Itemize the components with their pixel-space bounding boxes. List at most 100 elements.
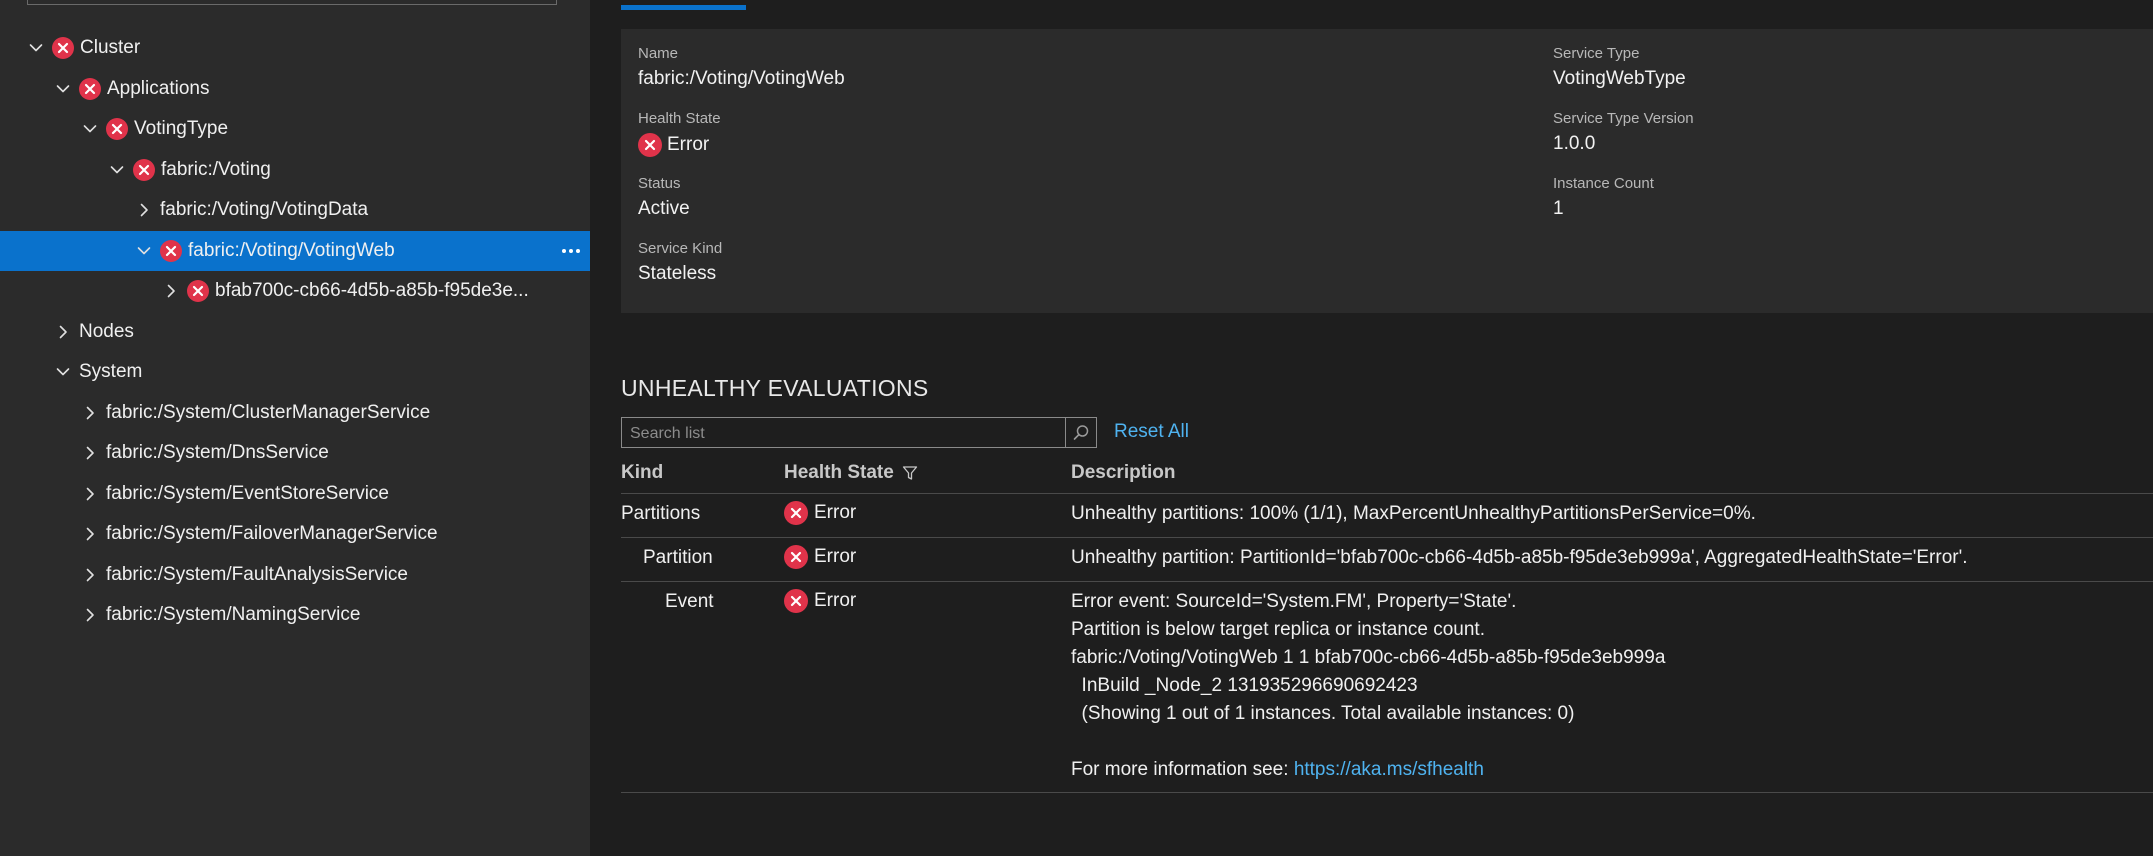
kind-column-label: Kind	[621, 462, 664, 483]
main-content: Name fabric:/Voting/VotingWeb Health Sta…	[590, 0, 2153, 856]
tree-item[interactable]: fabric:/System/ClusterManagerService	[0, 393, 590, 434]
sfhealth-link[interactable]: https://aka.ms/sfhealth	[1294, 759, 1484, 780]
cluster-tree: Cluster Applications VotingType fabric:/Vot…	[0, 28, 590, 636]
instance-count-field: Instance Count 1	[1553, 175, 1654, 220]
service-type-value: VotingWebType	[1553, 68, 1686, 89]
health-state-cell: Error	[784, 545, 856, 569]
description-line: Unhealthy partition: PartitionId='bfab70…	[1071, 547, 1968, 568]
table-row[interactable]: Partition Error Unhealthy partition: Parti…	[621, 538, 2153, 582]
tree-item[interactable]: fabric:/System/EventStoreService	[0, 474, 590, 515]
tree-item-label: fabric:/Voting/VotingData	[160, 199, 369, 221]
tree-item[interactable]: System	[0, 352, 590, 393]
chevron-down-icon[interactable]	[26, 38, 46, 58]
table-row[interactable]: Partitions Error Unhealthy partitions: 100…	[621, 494, 2153, 538]
tree-item-label: System	[79, 361, 143, 383]
tree-item[interactable]: Cluster	[0, 28, 590, 69]
tree-item-label: bfab700c-cb66-4d5b-a85b-f95de3e...	[215, 280, 529, 302]
service-type-version-label: Service Type Version	[1553, 110, 1694, 127]
description-cell: Unhealthy partition: PartitionId='bfab70…	[1071, 544, 1968, 572]
error-icon	[784, 501, 808, 525]
chevron-down-icon[interactable]	[80, 119, 100, 139]
tree-item[interactable]: fabric:/System/NamingService	[0, 595, 590, 636]
tree-item-label: VotingType	[134, 118, 229, 140]
tree-item[interactable]: Nodes	[0, 312, 590, 353]
kind-cell: Partition	[643, 547, 713, 568]
chevron-right-icon[interactable]	[80, 484, 100, 504]
reset-all-link[interactable]: Reset All	[1114, 421, 1189, 443]
tree-item[interactable]: fabric:/Voting/VotingData	[0, 190, 590, 231]
kind-column-header[interactable]: Kind	[621, 462, 663, 484]
table-body: Partitions Error Unhealthy partitions: 100…	[621, 494, 2153, 793]
tree-item-label: fabric:/System/EventStoreService	[106, 482, 389, 504]
status-value: Active	[638, 198, 690, 219]
description-column-header[interactable]: Description	[1071, 462, 1176, 484]
list-search-box[interactable]	[621, 417, 1097, 449]
tree-item[interactable]: Applications	[0, 69, 590, 110]
chevron-down-icon[interactable]	[53, 79, 73, 99]
error-icon	[106, 118, 128, 141]
error-icon	[187, 280, 209, 303]
search-icon[interactable]	[1065, 418, 1096, 447]
health-state-text: Error	[667, 134, 710, 155]
name-value: fabric:/Voting/VotingWeb	[638, 68, 845, 89]
description-line: Partition is below target replica or ins…	[1071, 619, 1485, 640]
tree-item[interactable]: fabric:/System/FaultAnalysisService	[0, 555, 590, 596]
tree-item[interactable]: fabric:/System/FailoverManagerService	[0, 514, 590, 555]
service-kind-value: Stateless	[638, 263, 717, 284]
tree-item-label: Applications	[107, 77, 210, 99]
chevron-down-icon[interactable]	[134, 241, 154, 261]
name-field: Name fabric:/Voting/VotingWeb	[638, 45, 845, 90]
search-list-input[interactable]	[628, 418, 1052, 449]
error-icon	[79, 77, 101, 100]
chevron-down-icon[interactable]	[53, 362, 73, 382]
health-state-label: Health State	[638, 110, 721, 127]
description-line: InBuild _Node_2 131935296690692423	[1071, 675, 1418, 696]
tree-item[interactable]: fabric:/Voting	[0, 150, 590, 191]
filter-icon[interactable]	[902, 465, 918, 481]
tree-item-label: fabric:/System/FailoverManagerService	[106, 523, 438, 545]
chevron-right-icon[interactable]	[80, 605, 100, 625]
tree-item[interactable]: fabric:/Voting/VotingWeb	[0, 230, 590, 271]
tree-item-label: fabric:/System/FaultAnalysisService	[106, 563, 408, 585]
instance-count-value: 1	[1553, 198, 1564, 219]
health-state-text: Error	[814, 502, 857, 523]
description-line: Unhealthy partitions: 100% (1/1), MaxPer…	[1071, 503, 1756, 524]
description-line: fabric:/Voting/VotingWeb 1 1 bfab700c-cb…	[1071, 647, 1666, 668]
tree-item-label: fabric:/System/NamingService	[106, 604, 361, 626]
tree-item-label: fabric:/Voting	[161, 158, 271, 180]
health-state-cell: Error	[784, 501, 856, 525]
description-cell: Unhealthy partitions: 100% (1/1), MaxPer…	[1071, 500, 1756, 528]
error-icon	[52, 37, 74, 60]
kind-cell: Partitions	[621, 503, 701, 524]
error-icon	[638, 133, 662, 157]
tree-search-input[interactable]	[27, 0, 557, 5]
table-row[interactable]: Event Error Error event: SourceId='System.…	[621, 582, 2153, 793]
status-label: Status	[638, 175, 681, 192]
service-type-label: Service Type	[1553, 45, 1640, 62]
chevron-right-icon[interactable]	[53, 322, 73, 342]
health-state-text: Error	[814, 546, 857, 567]
tree-item[interactable]: bfab700c-cb66-4d5b-a85b-f95de3e...	[0, 271, 590, 312]
service-kind-label: Service Kind	[638, 240, 723, 257]
more-options-icon[interactable]	[560, 241, 582, 261]
more-info-line: For more information see: https://aka.ms…	[1071, 756, 1665, 784]
description-column-label: Description	[1071, 462, 1176, 483]
error-icon	[160, 239, 182, 262]
instance-count-label: Instance Count	[1553, 175, 1654, 192]
health-state-column-header[interactable]: Health State	[784, 462, 918, 484]
chevron-right-icon[interactable]	[134, 200, 154, 220]
sidebar-tree-panel: Cluster Applications VotingType fabric:/Vot…	[0, 0, 590, 856]
chevron-right-icon[interactable]	[80, 403, 100, 423]
chevron-right-icon[interactable]	[161, 281, 181, 301]
error-icon	[784, 545, 808, 569]
tree-item[interactable]: VotingType	[0, 109, 590, 150]
health-state-field: Health State Error	[638, 110, 721, 157]
chevron-right-icon[interactable]	[80, 443, 100, 463]
tree-item[interactable]: fabric:/System/DnsService	[0, 433, 590, 474]
chevron-right-icon[interactable]	[80, 565, 100, 585]
unhealthy-evaluations-table: Kind Health State Description Partitions…	[621, 456, 2153, 793]
chevron-down-icon[interactable]	[107, 160, 127, 180]
chevron-right-icon[interactable]	[80, 524, 100, 544]
service-type-field: Service Type VotingWebType	[1553, 45, 1686, 90]
tree-item-label: fabric:/Voting/VotingWeb	[188, 239, 395, 261]
